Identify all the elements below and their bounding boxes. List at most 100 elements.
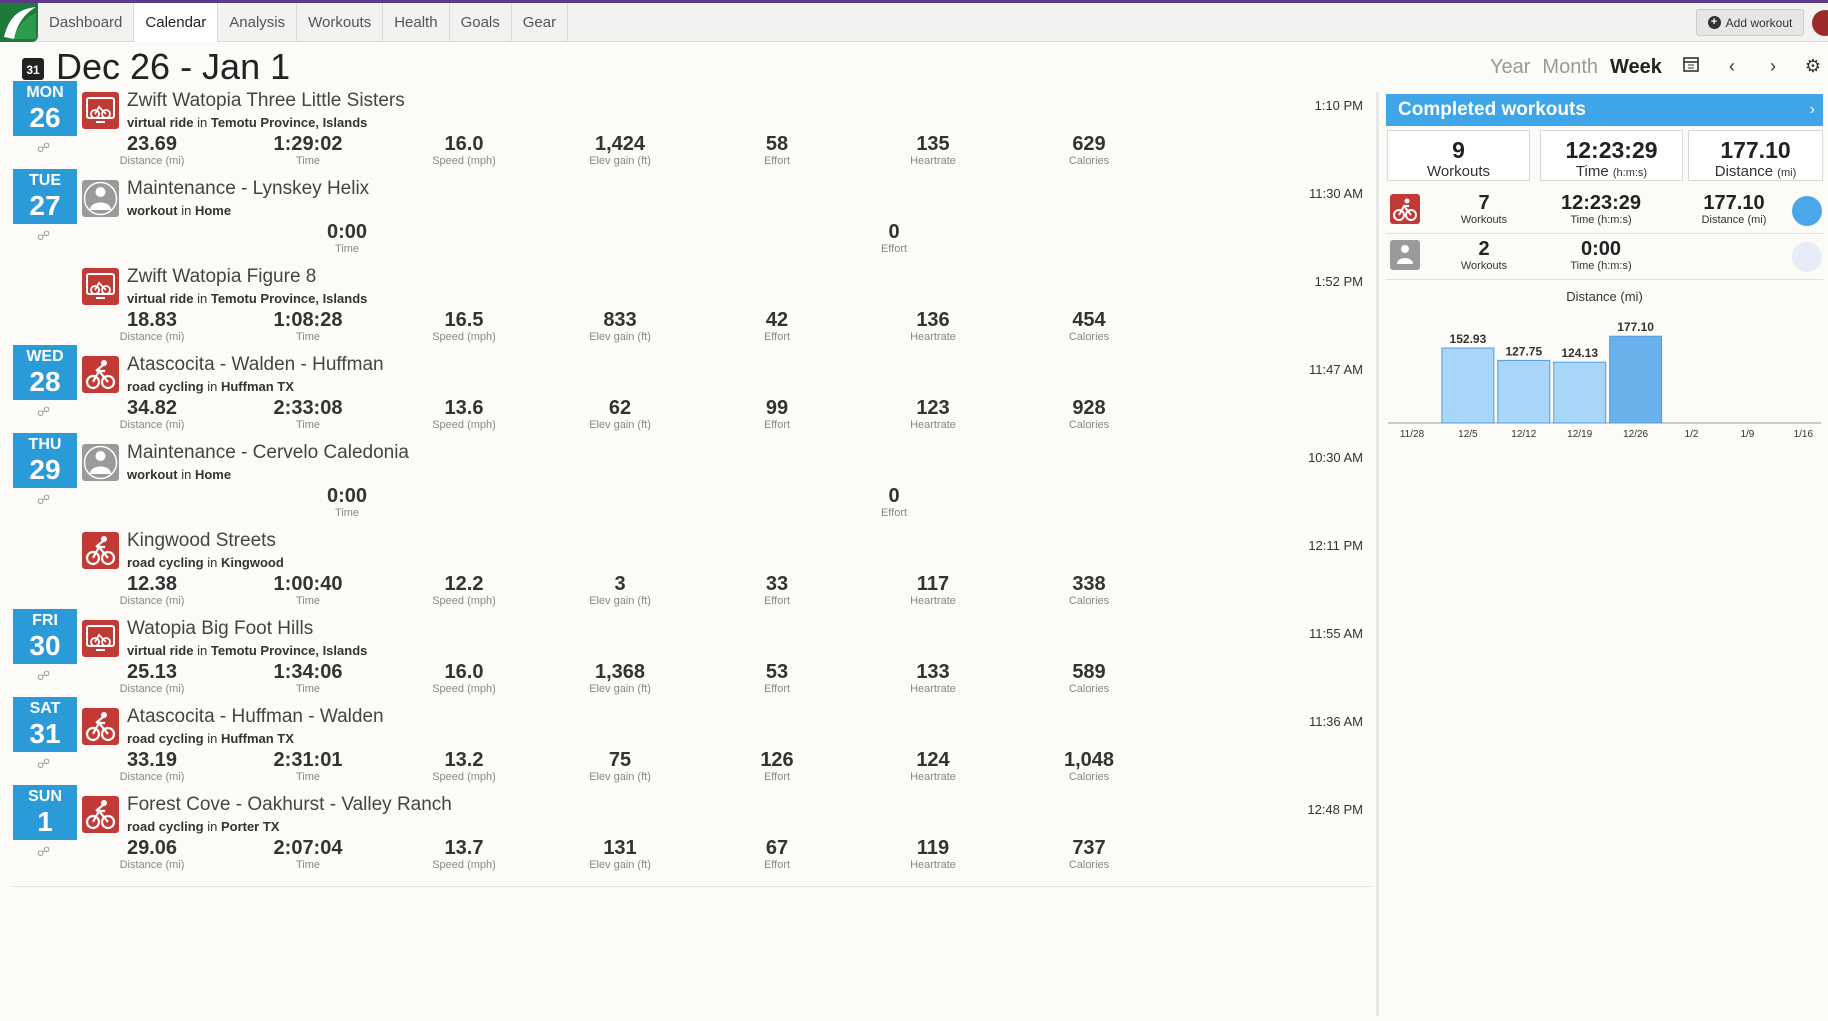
day-badge[interactable]: THU 29 <box>13 433 77 488</box>
stat-calories: 338 Calories <box>1009 573 1169 607</box>
workout-title[interactable]: Maintenance - Cervelo Caledonia <box>127 442 409 464</box>
view-year-button[interactable]: Year <box>1490 56 1530 79</box>
summary-row-cycling[interactable]: 7 Workouts 12:23:29 Time (h:m:s) 177.10 … <box>1386 188 1823 234</box>
stat-speed-value: 13.7 <box>444 837 484 859</box>
day-badge[interactable]: WED 28 <box>13 345 77 400</box>
settings-gear-icon[interactable]: ⚙ <box>1802 56 1824 77</box>
app-logo[interactable] <box>0 3 38 42</box>
stat-effort: 0 Effort <box>814 485 974 519</box>
nav-tab-calendar[interactable]: Calendar <box>134 3 219 42</box>
chart-bar[interactable] <box>1497 359 1551 424</box>
stat-elev-value: 1,368 <box>594 661 646 683</box>
day-link-icon[interactable]: ☍ <box>37 404 50 420</box>
workout-row[interactable]: SUN 1 ☍ Forest Cove - Oakhurst - Valley Ran… <box>12 784 1371 887</box>
x-tick-label: 11/28 <box>1400 429 1425 440</box>
day-name: WED <box>26 348 64 365</box>
day-number: 27 <box>29 190 61 221</box>
road-cycling-icon <box>82 356 119 393</box>
stat-distance-value: 12.38 <box>126 573 178 595</box>
workout-title[interactable]: Kingwood Streets <box>127 530 276 552</box>
day-name: MON <box>26 84 64 101</box>
in-word: in <box>181 467 192 482</box>
workout-title[interactable]: Watopia Big Foot Hills <box>127 618 313 640</box>
next-week-icon[interactable]: › <box>1762 56 1784 77</box>
stat-elev-label: Elev gain (ft) <box>589 331 651 343</box>
stat-distance: 29.06 Distance (mi) <box>72 837 232 871</box>
day-link-icon[interactable]: ☍ <box>37 492 50 508</box>
x-tick-label: 12/26 <box>1623 429 1648 440</box>
workout-title[interactable]: Atascocita - Walden - Huffman <box>127 354 384 376</box>
day-link-icon[interactable]: ☍ <box>37 756 50 772</box>
stat-effort: 33 Effort <box>697 573 857 607</box>
stat-elev: 131 Elev gain (ft) <box>540 837 700 871</box>
stat-distance-label: Distance (mi) <box>119 331 185 343</box>
stat-effort: 99 Effort <box>697 397 857 431</box>
nav-tab-goals[interactable]: Goals <box>450 3 512 42</box>
nav-tab-workouts[interactable]: Workouts <box>297 3 384 42</box>
chart-bar[interactable] <box>1441 347 1495 424</box>
stat-distance-label: Distance (mi) <box>119 771 185 783</box>
bar-value-label: 127.75 <box>1505 344 1542 358</box>
completed-workouts-header[interactable]: Completed workouts › <box>1386 94 1823 126</box>
stat-calories-label: Calories <box>1068 595 1110 607</box>
add-workout-button[interactable]: + Add workout <box>1696 9 1804 36</box>
day-link-icon[interactable]: ☍ <box>37 844 50 860</box>
workout-type: road cycling <box>127 819 204 834</box>
stat-distance: 34.82 Distance (mi) <box>72 397 232 431</box>
calendar-picker-icon[interactable] <box>1680 56 1702 77</box>
workout-title[interactable]: Atascocita - Huffman - Walden <box>127 706 384 728</box>
workout-location: Kingwood <box>220 555 284 570</box>
workout-title[interactable]: Forest Cove - Oakhurst - Valley Ranch <box>127 794 452 816</box>
stat-elev: 62 Elev gain (ft) <box>540 397 700 431</box>
x-tick-label: 1/16 <box>1794 429 1814 440</box>
stat-elev-label: Elev gain (ft) <box>589 683 651 695</box>
nav-tab-analysis[interactable]: Analysis <box>218 3 298 42</box>
chevron-right-icon[interactable]: › <box>1810 94 1815 126</box>
day-link-icon[interactable]: ☍ <box>37 228 50 244</box>
virtual-ride-icon <box>82 92 119 129</box>
view-week-button[interactable]: Week <box>1610 56 1662 79</box>
stat-time: 1:34:06 Time <box>228 661 388 695</box>
workout-title[interactable]: Maintenance - Lynskey Helix <box>127 178 369 200</box>
workout-title[interactable]: Zwift Watopia Figure 8 <box>127 266 316 288</box>
stat-distance-label: Distance (mi) <box>119 155 185 167</box>
view-month-button[interactable]: Month <box>1542 56 1598 79</box>
day-badge[interactable]: TUE 27 <box>13 169 77 224</box>
stat-elev-value: 75 <box>608 749 632 771</box>
stat-heartrate: 124 Heartrate <box>853 749 1013 783</box>
stat-speed: 13.7 Speed (mph) <box>384 837 544 871</box>
day-link-icon[interactable]: ☍ <box>37 668 50 684</box>
day-badge[interactable]: SUN 1 <box>13 785 77 840</box>
workout-subtitle: virtual ride in Temotu Province, Islands <box>127 291 367 306</box>
stat-heartrate: 119 Heartrate <box>853 837 1013 871</box>
chart-bar[interactable] <box>1553 361 1607 424</box>
day-badge[interactable]: FRI 30 <box>13 609 77 664</box>
stat-time: 1:08:28 Time <box>228 309 388 343</box>
stat-time-label: Time <box>295 419 321 431</box>
stat-elev-label: Elev gain (ft) <box>589 419 651 431</box>
summary-row-maintenance[interactable]: 2 Workouts 0:00 Time (h:m:s) <box>1386 234 1823 280</box>
workout-title[interactable]: Zwift Watopia Three Little Sisters <box>127 90 405 112</box>
day-link-icon[interactable]: ☍ <box>37 140 50 156</box>
workout-location: Temotu Province, Islands <box>210 115 368 130</box>
day-number: 26 <box>29 102 61 133</box>
stat-distance: 23.69 Distance (mi) <box>72 133 232 167</box>
previous-week-icon[interactable]: ‹ <box>1721 56 1743 77</box>
nav-tab-health[interactable]: Health <box>383 3 450 42</box>
stat-time-value: 0:00 <box>326 221 368 243</box>
day-badge[interactable]: MON 26 <box>13 81 77 136</box>
workout-start-time: 11:36 AM <box>1309 714 1363 729</box>
stat-speed-value: 16.5 <box>444 309 484 331</box>
nav-tab-dashboard[interactable]: Dashboard <box>38 3 135 42</box>
day-badge[interactable]: SAT 31 <box>13 697 77 752</box>
avatar[interactable] <box>1812 10 1828 36</box>
workout-location: Temotu Province, Islands <box>210 291 368 306</box>
stat-calories-value: 454 <box>1072 309 1106 331</box>
cycling-distance-label: Distance (mi) <box>1701 214 1767 226</box>
chart-bar[interactable] <box>1609 335 1663 424</box>
stat-effort: 126 Effort <box>697 749 857 783</box>
stat-heartrate-value: 124 <box>916 749 950 771</box>
nav-tab-gear[interactable]: Gear <box>512 3 569 42</box>
add-workout-label: Add workout <box>1725 15 1793 30</box>
in-word: in <box>207 555 218 570</box>
